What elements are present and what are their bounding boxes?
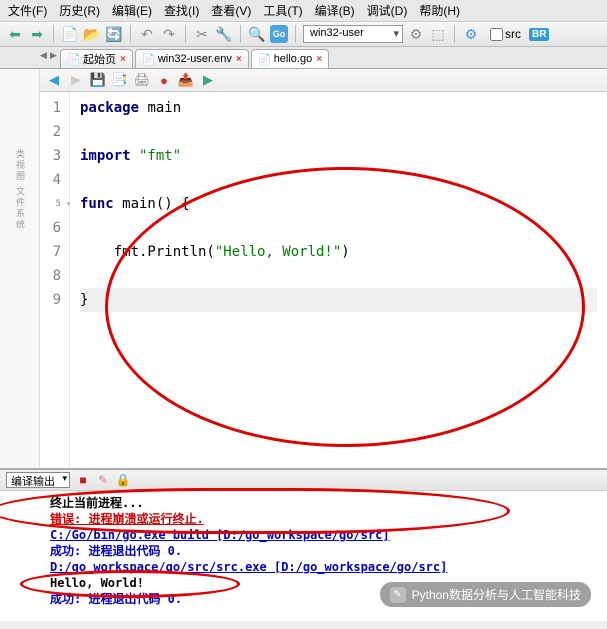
tab-scroll-right-icon[interactable]: ▶	[50, 50, 57, 61]
forward-icon[interactable]: ➡	[28, 25, 46, 43]
gear-icon[interactable]: ⚙	[462, 25, 480, 43]
wechat-icon: ✎	[390, 587, 406, 603]
print-icon[interactable]: 🖨	[134, 72, 150, 88]
menu-debug[interactable]: 调试(D)	[367, 2, 408, 19]
editor-area: 类视图 文件系统 ◀ ▶ 💾 📑 🖨 ● 📤 ▶ 1 2 3 4 5 6 7 8…	[0, 69, 607, 469]
go-icon[interactable]: Go	[270, 25, 288, 43]
close-icon[interactable]: ×	[236, 54, 242, 65]
redo-icon[interactable]: ↷	[160, 25, 178, 43]
close-icon[interactable]: ×	[316, 54, 322, 65]
output-line-command: C:/Go/bin/go.exe build [D:/go_workspace/…	[50, 527, 597, 543]
menu-help[interactable]: 帮助(H)	[419, 2, 460, 19]
line-number: 4	[40, 168, 61, 192]
file-icon: 📄	[142, 53, 154, 65]
main-toolbar: ⬅ ➡ 📄 📂 🔄 ↶ ↷ ✂ 🔧 🔍 Go win32-user ⚙ ⬚ ⚙ …	[0, 22, 607, 47]
export-icon[interactable]: 📤	[178, 72, 194, 88]
tab-env-file[interactable]: 📄 win32-user.env ×	[135, 49, 249, 68]
new-doc-icon[interactable]: 📄	[61, 25, 79, 43]
undo-icon[interactable]: ↶	[138, 25, 156, 43]
menu-file[interactable]: 文件(F)	[8, 2, 47, 19]
tab-label: 起始页	[83, 51, 116, 67]
find-icon[interactable]: 🔍	[248, 25, 266, 43]
cut-icon[interactable]: ✂	[193, 25, 211, 43]
open-folder-icon[interactable]: 📂	[83, 25, 101, 43]
output-line: 终止当前进程...	[50, 495, 597, 511]
output-selector[interactable]: 编译输出	[6, 472, 70, 488]
side-panel[interactable]: 类视图 文件系统	[0, 69, 40, 468]
output-line-success: 成功: 进程退出代码 0.	[50, 543, 597, 559]
stop-output-icon[interactable]: ■	[76, 473, 90, 487]
tab-startpage[interactable]: 📄 起始页 ×	[60, 49, 133, 68]
line-number: 6	[40, 216, 61, 240]
lock-output-icon[interactable]: 🔒	[116, 473, 130, 487]
close-icon[interactable]: ×	[120, 54, 126, 65]
menu-build[interactable]: 编译(B)	[315, 2, 355, 19]
side-panel-label: 类视图 文件系统	[14, 149, 27, 231]
src-checkbox[interactable]: src	[490, 27, 521, 41]
output-line-command: D:/go_workspace/go/src/src.exe [D:/go_wo…	[50, 559, 597, 575]
tab-scroll-left-icon[interactable]: ◀	[40, 50, 47, 61]
code-editor[interactable]: 1 2 3 4 5 6 7 8 9 package main import "f…	[40, 92, 607, 468]
line-gutter: 1 2 3 4 5 6 7 8 9	[40, 92, 70, 468]
src-checkbox-label: src	[505, 27, 521, 41]
back-icon[interactable]: ⬅	[6, 25, 24, 43]
save-all-icon[interactable]: 📑	[112, 72, 128, 88]
output-toolbar: 编译输出 ■ ✎ 🔒	[0, 470, 607, 491]
menu-edit[interactable]: 编辑(E)	[112, 2, 152, 19]
nav-fwd-icon[interactable]: ▶	[68, 72, 84, 88]
src-checkbox-input[interactable]	[490, 28, 503, 41]
line-number: 2	[40, 120, 61, 144]
settings-2-icon[interactable]: ⬚	[429, 25, 447, 43]
project-selector[interactable]: win32-user	[303, 25, 403, 43]
tab-hello-go[interactable]: 📄 hello.go ×	[251, 49, 329, 68]
tab-bar: ◀ ▶ 📄 起始页 × 📄 win32-user.env × 📄 hello.g…	[0, 47, 607, 69]
line-number: 1	[40, 96, 61, 120]
refresh-icon[interactable]: 🔄	[105, 25, 123, 43]
menu-find[interactable]: 查找(I)	[164, 2, 199, 19]
menu-bar: 文件(F) 历史(R) 编辑(E) 查找(I) 查看(V) 工具(T) 编译(B…	[0, 0, 607, 22]
code-content[interactable]: package main import "fmt" func main() { …	[70, 92, 607, 468]
line-number: 9	[40, 288, 61, 312]
wrench-icon[interactable]: 🔧	[215, 25, 233, 43]
watermark: ✎ Python数据分析与人工智能科技	[380, 582, 591, 607]
nav-back-icon[interactable]: ◀	[46, 72, 62, 88]
settings-1-icon[interactable]: ⚙	[407, 25, 425, 43]
line-number: 3	[40, 144, 61, 168]
page-icon: 📄	[67, 53, 79, 65]
br-badge: BR	[529, 28, 549, 41]
tab-label: win32-user.env	[158, 53, 232, 65]
run-icon[interactable]: ▶	[200, 72, 216, 88]
line-number: 8	[40, 264, 61, 288]
menu-history[interactable]: 历史(R)	[59, 2, 100, 19]
tab-label: hello.go	[274, 53, 313, 65]
stop-icon[interactable]: ●	[156, 72, 172, 88]
editor-toolbar: ◀ ▶ 💾 📑 🖨 ● 📤 ▶	[40, 69, 607, 92]
line-number: 7	[40, 240, 61, 264]
go-file-icon: 📄	[258, 53, 270, 65]
save-icon[interactable]: 💾	[90, 72, 106, 88]
menu-tools[interactable]: 工具(T)	[263, 2, 302, 19]
menu-view[interactable]: 查看(V)	[211, 2, 251, 19]
line-number: 5	[40, 192, 61, 216]
watermark-text: Python数据分析与人工智能科技	[412, 586, 581, 603]
output-line-error: 错误: 进程崩溃或运行终止.	[50, 511, 597, 527]
clear-output-icon[interactable]: ✎	[96, 473, 110, 487]
